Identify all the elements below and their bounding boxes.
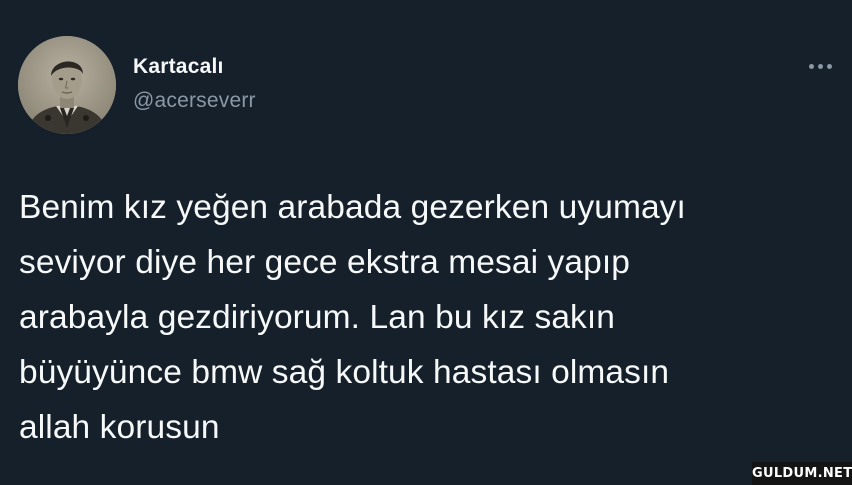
more-dot [817,63,823,69]
more-dot [808,63,814,69]
tweet-card: Kartacalı @acerseverr Benim kız yeğen ar… [0,0,852,485]
author-display-name[interactable]: Kartacalı [133,55,224,79]
watermark: GULDUM.NET [752,462,852,485]
avatar[interactable] [18,36,116,134]
more-dot [826,63,832,69]
tweet-text: Benim kız yeğen arabada gezerken uyumayı… [19,189,686,446]
more-options-icon[interactable] [800,54,840,78]
profile-photo-icon [18,36,116,134]
author-handle[interactable]: @acerseverr [133,89,256,113]
